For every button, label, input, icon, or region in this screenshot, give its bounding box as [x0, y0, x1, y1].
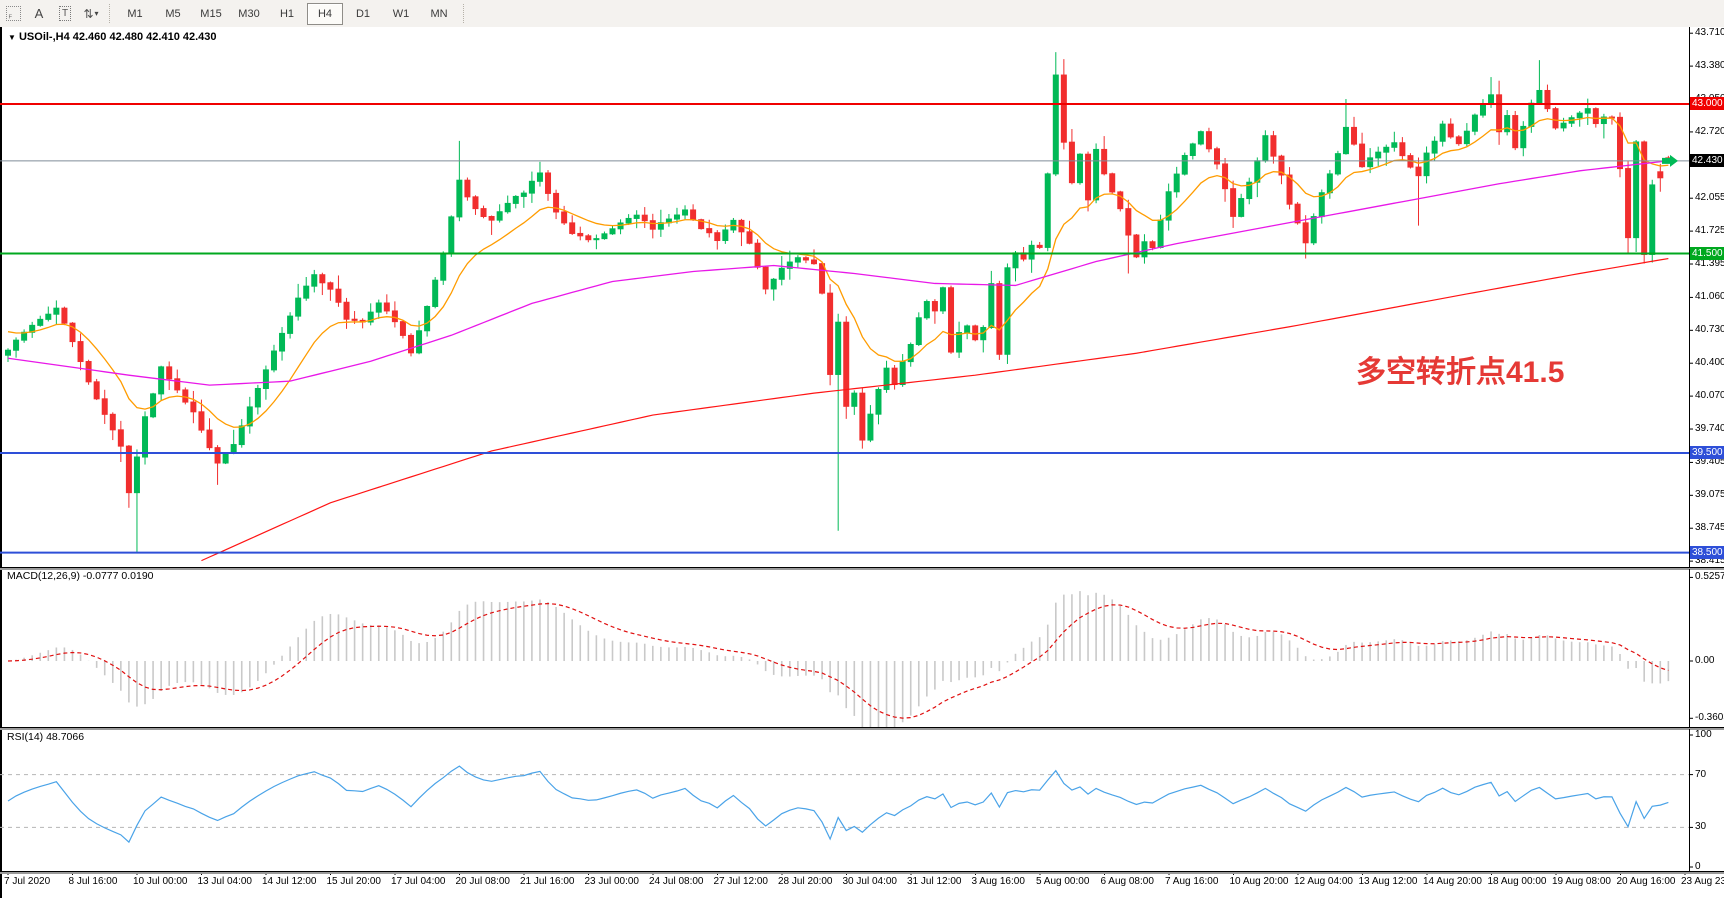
price-tick-40.730: 40.730 [1695, 325, 1724, 335]
timeframe-D1[interactable]: D1 [345, 3, 381, 25]
timeframe-H1[interactable]: H1 [269, 3, 305, 25]
time-label-24: 19 Aug 08:00 [1552, 876, 1611, 887]
time-label-3: 13 Jul 04:00 [198, 876, 253, 887]
time-label-12: 28 Jul 20:00 [778, 876, 833, 887]
price-tick-39.075: 39.075 [1695, 490, 1724, 500]
time-label-13: 30 Jul 04:00 [843, 876, 898, 887]
timeframe-MN[interactable]: MN [421, 3, 457, 25]
time-label-2: 10 Jul 00:00 [133, 876, 188, 887]
price-tick-41.060: 41.060 [1695, 292, 1724, 302]
level-tag-43.000: 43.000 [1690, 97, 1724, 110]
time-label-0: 7 Jul 2020 [4, 876, 50, 887]
time-label-21: 13 Aug 12:00 [1359, 876, 1418, 887]
time-label-17: 6 Aug 08:00 [1101, 876, 1154, 887]
price-tick-41.395: 41.395 [1695, 259, 1724, 269]
indicator-arrows-icon[interactable]: ⇅▾ [79, 3, 103, 24]
toolbar-separator [109, 4, 111, 23]
rsi-label: RSI(14) 48.7066 [7, 731, 84, 743]
timeframe-M30[interactable]: M30 [231, 3, 267, 25]
price-tick-40.070: 40.070 [1695, 391, 1724, 401]
time-label-10: 24 Jul 08:00 [649, 876, 704, 887]
rsi-tick-100: 100 [1695, 730, 1712, 740]
price-tick-43.710: 43.710 [1695, 28, 1724, 38]
text-tool-icon[interactable]: T [53, 3, 77, 24]
time-label-23: 18 Aug 00:00 [1488, 876, 1547, 887]
chart-annotation: 多空转折点41.5 [1356, 347, 1564, 391]
timeframe-buttons: M1M5M15M30H1H4D1W1MN [116, 3, 458, 25]
cursor-a-icon[interactable]: A [27, 3, 51, 24]
crosshair-grid-icon[interactable]: F [1, 3, 25, 24]
time-label-6: 17 Jul 04:00 [391, 876, 446, 887]
level-tag-41.500: 41.500 [1690, 247, 1724, 260]
panel-separator-rsi [0, 727, 1724, 730]
timeframe-M5[interactable]: M5 [155, 3, 191, 25]
price-tick-38.745: 38.745 [1695, 523, 1724, 533]
time-label-7: 20 Jul 08:00 [456, 876, 511, 887]
time-label-1: 8 Jul 16:00 [69, 876, 118, 887]
level-tag-38.500: 38.500 [1690, 546, 1724, 559]
chart-window[interactable] [0, 27, 1724, 898]
time-label-16: 5 Aug 00:00 [1036, 876, 1089, 887]
level-tag-39.500: 39.500 [1690, 446, 1724, 459]
time-label-20: 12 Aug 04:00 [1294, 876, 1353, 887]
macd-tick--0.3603: -0.3603 [1695, 713, 1724, 723]
timeframe-H4[interactable]: H4 [307, 3, 343, 25]
price-axis-border-1 [1689, 569, 1690, 727]
time-label-8: 21 Jul 16:00 [520, 876, 575, 887]
price-tick-42.055: 42.055 [1695, 193, 1724, 203]
current-price-tag: 42.430 [1690, 154, 1724, 167]
time-label-25: 20 Aug 16:00 [1617, 876, 1676, 887]
time-label-4: 14 Jul 12:00 [262, 876, 317, 887]
timeframe-W1[interactable]: W1 [383, 3, 419, 25]
price-tick-42.720: 42.720 [1695, 127, 1724, 137]
rsi-tick-30: 30 [1695, 822, 1706, 832]
toolbar-separator-2 [463, 4, 465, 23]
time-label-9: 23 Jul 00:00 [585, 876, 640, 887]
dropdown-caret-icon[interactable]: ▾ [95, 9, 99, 18]
time-label-15: 3 Aug 16:00 [972, 876, 1025, 887]
chart-title-text: USOil-,H4 42.460 42.480 42.410 42.430 [19, 31, 217, 43]
mt4-window: F A T ⇅▾ M1M5M15M30H1H4D1W1MN ▼ USOil-,H… [0, 0, 1724, 898]
chart-dropdown-icon[interactable]: ▼ [8, 33, 16, 42]
price-axis-border-2 [1689, 729, 1690, 871]
time-label-5: 15 Jul 20:00 [327, 876, 382, 887]
timeframe-M1[interactable]: M1 [117, 3, 153, 25]
chart-title: ▼ USOil-,H4 42.460 42.480 42.410 42.430 [8, 31, 217, 43]
toolbar: F A T ⇅▾ M1M5M15M30H1H4D1W1MN [0, 0, 1724, 28]
price-tick-41.725: 41.725 [1695, 226, 1724, 236]
rsi-tick-70: 70 [1695, 770, 1706, 780]
price-axis-border-0 [1689, 27, 1690, 567]
price-tick-39.740: 39.740 [1695, 424, 1724, 434]
panel-separator-timeaxis [0, 871, 1724, 874]
macd-tick-0.5257: 0.5257 [1695, 572, 1724, 582]
timeframe-M15[interactable]: M15 [193, 3, 229, 25]
macd-tick-0.00: 0.00 [1695, 656, 1714, 666]
price-tick-43.380: 43.380 [1695, 61, 1724, 71]
time-label-19: 10 Aug 20:00 [1230, 876, 1289, 887]
price-tick-40.400: 40.400 [1695, 358, 1724, 368]
time-label-26: 23 Aug 23:00 [1681, 876, 1724, 887]
time-label-22: 14 Aug 20:00 [1423, 876, 1482, 887]
panel-separator-macd [0, 567, 1724, 570]
macd-label: MACD(12,26,9) -0.0777 0.0190 [7, 570, 154, 582]
time-label-18: 7 Aug 16:00 [1165, 876, 1218, 887]
time-label-14: 31 Jul 12:00 [907, 876, 962, 887]
time-label-11: 27 Jul 12:00 [714, 876, 769, 887]
